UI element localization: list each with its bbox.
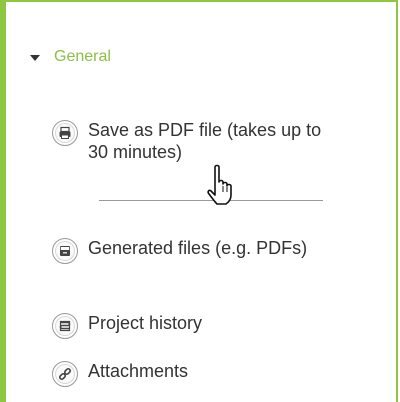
save-as-pdf-button[interactable]: Save as PDF file (takes up to 30 minutes… bbox=[52, 119, 338, 163]
history-icon bbox=[52, 313, 78, 339]
section-general-toggle[interactable]: General bbox=[30, 48, 111, 66]
attachments-link[interactable]: Attachments bbox=[52, 360, 188, 387]
caret-down-icon bbox=[30, 55, 40, 61]
generated-files-label: Generated files (e.g. PDFs) bbox=[88, 238, 308, 258]
project-history-link[interactable]: Project history bbox=[52, 312, 202, 339]
hand-pointer-icon bbox=[207, 164, 232, 205]
general-panel: General Save as PDF file (takes up to 30… bbox=[0, 0, 398, 402]
link-icon bbox=[52, 361, 78, 387]
attachments-label: Attachments bbox=[88, 361, 189, 381]
generated-files-link[interactable]: Generated files (e.g. PDFs) bbox=[52, 237, 307, 264]
file-drawer-icon bbox=[52, 238, 78, 264]
section-title: General bbox=[54, 48, 111, 65]
printer-icon bbox=[52, 120, 78, 146]
save-as-pdf-label: Save as PDF file (takes up to 30 minutes… bbox=[88, 120, 322, 162]
project-history-label: Project history bbox=[88, 313, 203, 333]
